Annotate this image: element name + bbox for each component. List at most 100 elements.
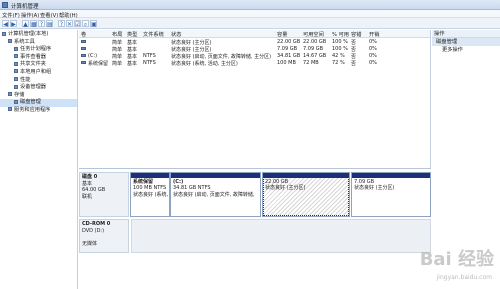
partition-22gb[interactable]: 22.00 GB 状态良好 (主分区): [262, 172, 350, 217]
table-cell: 简单: [112, 60, 123, 67]
tree-node-icon: [2, 31, 6, 36]
delete-icon[interactable]: ✕: [66, 20, 73, 28]
actions-header: 操作: [432, 30, 500, 38]
tree-node-icon: [14, 69, 18, 74]
back-icon[interactable]: ◀: [2, 20, 9, 28]
forward-icon[interactable]: ▶: [10, 20, 17, 28]
tree-item-label: 服务和应用程序: [14, 106, 51, 113]
table-cell: 72 %: [332, 59, 345, 66]
export-icon[interactable]: ▣: [90, 20, 97, 28]
tree-node-icon: [14, 46, 18, 51]
disk-map: 磁盘 0 基本 64.00 GB 联机 系统保留 100 MB NTFS 状态良…: [79, 168, 431, 289]
table-cell: 系统保留: [88, 60, 109, 67]
cdrom-0-row: CD-ROM 0 DVD (D:) 无媒体: [79, 219, 431, 253]
col-fault-tolerance[interactable]: 容错: [351, 31, 361, 38]
col-type[interactable]: 类型: [127, 31, 137, 38]
col-filesystem[interactable]: 文件系统: [143, 31, 164, 38]
table-cell: 基本: [127, 60, 138, 67]
table-row[interactable]: 简单 基本 状态良好 (主分区) 7.09 GB 7.09 GB 100 % 否 0%: [79, 45, 430, 53]
actions-section-disk-management[interactable]: 磁盘管理: [432, 38, 500, 46]
table-row[interactable]: 系统保留 简单 基本 NTFS 状态良好 (系统, 活动, 主分区) 100 MB 72 M…: [79, 59, 430, 67]
table-cell: 72 MB: [303, 59, 319, 66]
tree-item-label: 计算机管理(本地): [8, 31, 49, 37]
volume-icon: [81, 39, 86, 43]
tree-item-label: 共享文件夹: [20, 61, 46, 68]
navigation-tree: 计算机管理(本地) 系统工具 任务计划程序 事件查看器 共享文件夹 本地用户和组 性能 设备管…: [0, 30, 78, 289]
volume-list: 卷 布局 类型 文件系统 状态 容量 可用空间 % 可用 容错 开销 简单 基本 状…: [79, 30, 431, 168]
table-cell: 状态良好 (系统, 活动, 主分区): [171, 60, 238, 67]
tree-item[interactable]: 设备管理器: [0, 84, 77, 92]
col-volume[interactable]: 卷: [81, 31, 86, 38]
cdrom-0-drive: DVD (D:): [82, 227, 105, 234]
tree-item[interactable]: 服务和应用程序: [0, 107, 77, 115]
col-status[interactable]: 状态: [171, 31, 181, 38]
tree-item-label: 设备管理器: [20, 84, 46, 91]
disk-0-type: 基本: [82, 180, 93, 187]
tree-item[interactable]: 共享文件夹: [0, 61, 77, 69]
more-actions-link[interactable]: 更多操作: [432, 46, 500, 54]
table-cell: 100 MB: [277, 59, 296, 66]
tree-item[interactable]: 磁盘管理: [0, 99, 77, 107]
title-bar: 计算机管理: [0, 0, 500, 10]
col-free[interactable]: 可用空间: [303, 31, 324, 38]
table-cell: 7.09 GB: [277, 45, 298, 52]
show-tree-icon[interactable]: ▦: [30, 20, 37, 28]
search-icon[interactable]: ⌕: [82, 20, 89, 28]
table-cell: 0%: [369, 52, 377, 59]
cdrom-0-blank: [82, 234, 126, 241]
cdrom-0-name: CD-ROM 0: [82, 221, 111, 227]
table-cell: 0%: [369, 45, 377, 52]
tree-item[interactable]: 计算机管理(本地): [0, 31, 77, 39]
table-row[interactable]: 简单 基本 状态良好 (主分区) 22.00 GB 22.00 GB 100 % 否 0%: [79, 38, 430, 46]
tree-node-icon: [14, 61, 18, 66]
table-cell: 42 %: [332, 52, 345, 59]
help-icon[interactable]: ?: [38, 20, 45, 28]
tree-item-label: 本地用户和组: [20, 68, 52, 75]
tree-item-label: 磁盘管理: [20, 99, 41, 106]
baidu-watermark-url: jingyan.baidu.com: [436, 274, 492, 281]
tree-node-icon: [8, 92, 12, 97]
table-cell: (C:): [88, 52, 98, 59]
window-title: 计算机管理: [11, 4, 39, 10]
tree-node-icon: [14, 99, 18, 104]
disk-0-size: 64.00 GB: [82, 187, 106, 194]
baidu-watermark: Bai 经验: [419, 249, 494, 270]
col-layout[interactable]: 布局: [112, 31, 122, 38]
partition-c[interactable]: (C:) 34.81 GB NTFS 状态良好 (启动, 页面文件, 故障转储,: [170, 172, 261, 217]
disk-0-label[interactable]: 磁盘 0 基本 64.00 GB 联机: [79, 172, 129, 217]
menu-bar: 文件(F) 操作(A) 查看(V) 帮助(H): [0, 10, 500, 19]
cdrom-0-status: 无媒体: [82, 240, 98, 247]
disk-0-name: 磁盘 0: [82, 174, 98, 180]
col-capacity[interactable]: 容量: [277, 31, 287, 38]
volume-list-header: 卷 布局 类型 文件系统 状态 容量 可用空间 % 可用 容错 开销: [79, 30, 430, 38]
table-cell: NTFS: [143, 52, 156, 59]
checkbox-icon[interactable]: ☑: [74, 20, 81, 28]
volume-icon: [81, 53, 86, 57]
table-cell: 0%: [369, 38, 377, 45]
table-cell: 22.00 GB: [303, 38, 327, 45]
tree-node-icon: [8, 39, 12, 44]
table-cell: 22.00 GB: [277, 38, 301, 45]
help2-icon[interactable]: ?: [58, 20, 65, 28]
tree-item-label: 性能: [20, 76, 31, 83]
volume-icon: [81, 46, 86, 50]
up-icon[interactable]: ▲: [22, 20, 29, 28]
tree-item[interactable]: 本地用户和组: [0, 69, 77, 77]
disk-0-row: 磁盘 0 基本 64.00 GB 联机 系统保留 100 MB NTFS 状态良…: [79, 172, 431, 217]
col-percent-free[interactable]: % 可用: [332, 31, 349, 38]
partition-7gb[interactable]: 7.09 GB 状态良好 (主分区): [351, 172, 431, 217]
table-row[interactable]: (C:) 简单 基本 NTFS 状态良好 (启动, 页面文件, 故障转储, 主分区) 34…: [79, 52, 430, 60]
toolbar: ◀ ▶ ▲ ▦ ? ▤ ? ✕ ☑ ⌕ ▣: [0, 18, 500, 29]
tree-item[interactable]: 任务计划程序: [0, 46, 77, 54]
tree-node-icon: [8, 107, 12, 112]
tree-node-icon: [14, 84, 18, 89]
tree-item-label: 事件查看器: [20, 53, 46, 60]
properties-icon[interactable]: ▤: [46, 20, 53, 28]
tree-item-label: 存储: [14, 91, 25, 98]
cdrom-0-label[interactable]: CD-ROM 0 DVD (D:) 无媒体: [79, 219, 129, 253]
table-cell: 100 %: [332, 45, 348, 52]
col-overhead[interactable]: 开销: [369, 31, 379, 38]
tree-item-label: 任务计划程序: [20, 46, 52, 53]
partition-system-reserved[interactable]: 系统保留 100 MB NTFS 状态良好 (系统, 活动, 主: [130, 172, 170, 217]
cdrom-0-media-area: [131, 219, 431, 253]
